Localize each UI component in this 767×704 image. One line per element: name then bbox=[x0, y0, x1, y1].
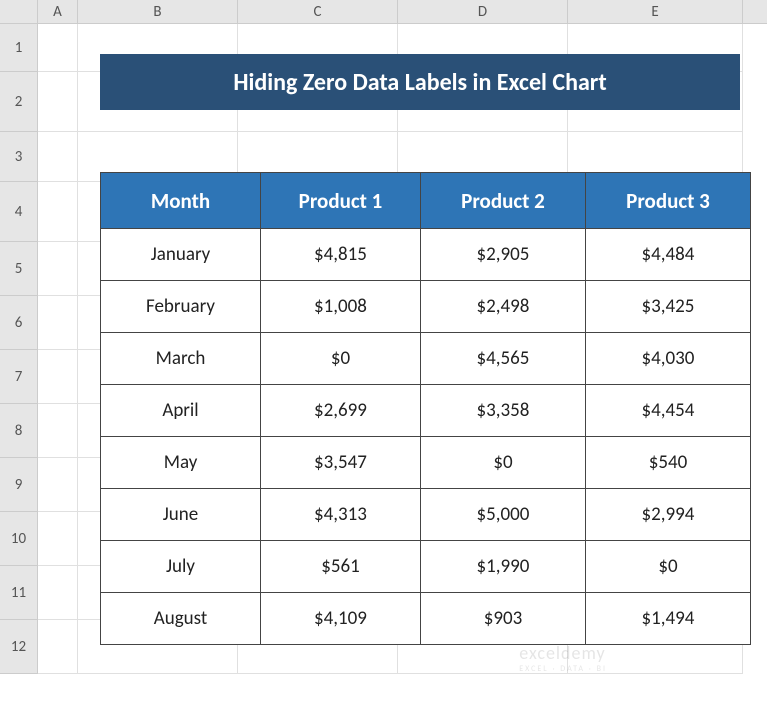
cell-value[interactable]: $1,990 bbox=[421, 541, 586, 593]
col-header-b[interactable]: B bbox=[78, 0, 238, 23]
cell-month[interactable]: April bbox=[101, 385, 261, 437]
cell-value[interactable]: $4,454 bbox=[586, 385, 751, 437]
grid-cell[interactable] bbox=[38, 620, 78, 674]
row-headers-col: 123456789101112 bbox=[0, 24, 38, 674]
cell-value[interactable]: $2,699 bbox=[261, 385, 421, 437]
grid-cell[interactable] bbox=[38, 350, 78, 404]
cell-value[interactable]: $3,425 bbox=[586, 281, 751, 333]
row-header-5[interactable]: 5 bbox=[0, 242, 38, 296]
col-header-c[interactable]: C bbox=[238, 0, 398, 23]
th-product-2[interactable]: Product 2 bbox=[421, 173, 586, 229]
table-row: August$4,109$903$1,494 bbox=[101, 593, 751, 645]
cell-value[interactable]: $3,358 bbox=[421, 385, 586, 437]
table-row: April$2,699$3,358$4,454 bbox=[101, 385, 751, 437]
grid-cell[interactable] bbox=[38, 182, 78, 242]
col-header-d[interactable]: D bbox=[398, 0, 568, 23]
row-header-9[interactable]: 9 bbox=[0, 458, 38, 512]
cell-value[interactable]: $4,815 bbox=[261, 229, 421, 281]
grid-cell[interactable] bbox=[38, 458, 78, 512]
grid-cell[interactable] bbox=[38, 72, 78, 132]
watermark-main: exceldemy bbox=[519, 642, 605, 664]
grid-cell[interactable] bbox=[38, 24, 78, 72]
table-row: March$0$4,565$4,030 bbox=[101, 333, 751, 385]
cell-month[interactable]: July bbox=[101, 541, 261, 593]
cell-value[interactable]: $561 bbox=[261, 541, 421, 593]
th-product-3[interactable]: Product 3 bbox=[586, 173, 751, 229]
select-all-corner[interactable] bbox=[0, 0, 38, 23]
cell-month[interactable]: February bbox=[101, 281, 261, 333]
cell-value[interactable]: $0 bbox=[261, 333, 421, 385]
cell-value[interactable]: $903 bbox=[421, 593, 586, 645]
cell-value[interactable]: $4,484 bbox=[586, 229, 751, 281]
cell-value[interactable]: $1,494 bbox=[586, 593, 751, 645]
watermark-sub: EXCEL · DATA · BI bbox=[519, 664, 607, 674]
cell-value[interactable]: $5,000 bbox=[421, 489, 586, 541]
title-banner: Hiding Zero Data Labels in Excel Chart bbox=[100, 54, 740, 110]
row-header-12[interactable]: 12 bbox=[0, 620, 38, 674]
table-row: June$4,313$5,000$2,994 bbox=[101, 489, 751, 541]
grid-cells-area[interactable]: Hiding Zero Data Labels in Excel Chart M… bbox=[38, 24, 767, 704]
th-product-1[interactable]: Product 1 bbox=[261, 173, 421, 229]
row-header-6[interactable]: 6 bbox=[0, 296, 38, 350]
col-header-e[interactable]: E bbox=[568, 0, 743, 23]
table-header-row: Month Product 1 Product 2 Product 3 bbox=[101, 173, 751, 229]
cell-month[interactable]: June bbox=[101, 489, 261, 541]
cell-month[interactable]: May bbox=[101, 437, 261, 489]
cell-value[interactable]: $4,109 bbox=[261, 593, 421, 645]
grid-cell[interactable] bbox=[38, 512, 78, 566]
cell-value[interactable]: $1,008 bbox=[261, 281, 421, 333]
cell-month[interactable]: March bbox=[101, 333, 261, 385]
data-table: Month Product 1 Product 2 Product 3 Janu… bbox=[100, 172, 751, 645]
cell-value[interactable]: $2,905 bbox=[421, 229, 586, 281]
cell-value[interactable]: $4,030 bbox=[586, 333, 751, 385]
watermark: exceldemy EXCEL · DATA · BI bbox=[519, 642, 607, 674]
row-header-11[interactable]: 11 bbox=[0, 566, 38, 620]
cell-value[interactable]: $0 bbox=[421, 437, 586, 489]
row-header-8[interactable]: 8 bbox=[0, 404, 38, 458]
cell-value[interactable]: $4,565 bbox=[421, 333, 586, 385]
row-header-10[interactable]: 10 bbox=[0, 512, 38, 566]
cell-value[interactable]: $4,313 bbox=[261, 489, 421, 541]
table-row: July$561$1,990$0 bbox=[101, 541, 751, 593]
th-month[interactable]: Month bbox=[101, 173, 261, 229]
cell-value[interactable]: $2,498 bbox=[421, 281, 586, 333]
grid-cell[interactable] bbox=[38, 566, 78, 620]
grid-cell[interactable] bbox=[38, 132, 78, 182]
table-row: May$3,547$0$540 bbox=[101, 437, 751, 489]
cell-month[interactable]: August bbox=[101, 593, 261, 645]
row-header-2[interactable]: 2 bbox=[0, 72, 38, 132]
cell-value[interactable]: $3,547 bbox=[261, 437, 421, 489]
grid-cell[interactable] bbox=[38, 296, 78, 350]
row-header-1[interactable]: 1 bbox=[0, 24, 38, 72]
cell-value[interactable]: $0 bbox=[586, 541, 751, 593]
row-header-4[interactable]: 4 bbox=[0, 182, 38, 242]
cell-month[interactable]: January bbox=[101, 229, 261, 281]
cell-value[interactable]: $540 bbox=[586, 437, 751, 489]
col-header-a[interactable]: A bbox=[38, 0, 78, 23]
spreadsheet-grid: A B C D E 123456789101112 Hiding Zero Da… bbox=[0, 0, 767, 704]
table-row: February$1,008$2,498$3,425 bbox=[101, 281, 751, 333]
row-header-7[interactable]: 7 bbox=[0, 350, 38, 404]
row-header-3[interactable]: 3 bbox=[0, 132, 38, 182]
grid-cell[interactable] bbox=[38, 404, 78, 458]
cell-value[interactable]: $2,994 bbox=[586, 489, 751, 541]
column-headers-row: A B C D E bbox=[0, 0, 767, 24]
grid-cell[interactable] bbox=[38, 242, 78, 296]
table-row: January$4,815$2,905$4,484 bbox=[101, 229, 751, 281]
